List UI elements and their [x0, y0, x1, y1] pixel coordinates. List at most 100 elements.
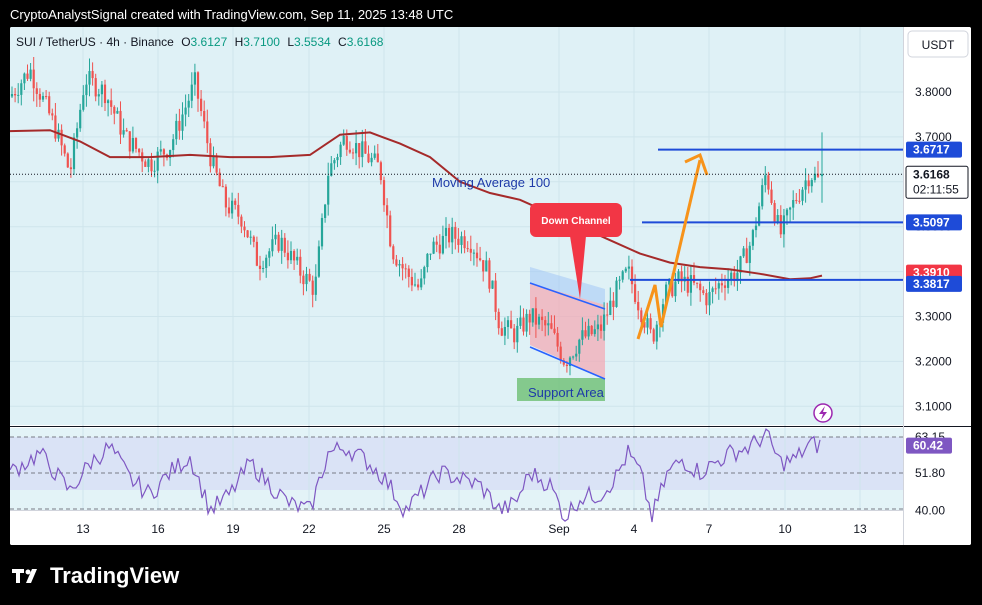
candle-body	[361, 141, 364, 158]
candle-body	[144, 161, 147, 167]
candle-body	[29, 69, 32, 79]
candle-body	[454, 227, 457, 239]
candle-body	[606, 314, 609, 316]
candle-body	[469, 248, 472, 253]
candle-body	[475, 252, 479, 259]
candle-body	[773, 202, 776, 223]
countdown-label: 02:11:55	[913, 182, 959, 196]
candle-body	[45, 96, 48, 98]
candle-body	[795, 200, 798, 202]
candle-body	[779, 215, 782, 235]
candle-body	[227, 207, 231, 214]
candle-body	[249, 236, 252, 238]
lightning-icon[interactable]	[813, 403, 833, 423]
candle-body	[717, 283, 720, 289]
time-tick-label: 16	[151, 522, 165, 536]
candle-body	[311, 280, 314, 295]
chart-frame[interactable]: SUI / TetherUS · 4h · Binance O3.6127 H3…	[10, 27, 971, 545]
candle-body	[94, 78, 97, 97]
candle-body	[584, 330, 587, 337]
candle-body	[66, 153, 69, 168]
candle-body	[801, 189, 804, 201]
candle-body	[193, 72, 196, 85]
candle-body	[138, 148, 141, 153]
candle-body	[348, 149, 351, 153]
brand-name: TradingView	[50, 563, 180, 588]
candle-body	[711, 288, 714, 292]
candle-body	[32, 69, 35, 89]
candle-body	[537, 316, 541, 325]
candle-body	[596, 324, 599, 330]
candle-body	[122, 130, 125, 135]
candle-body	[76, 128, 79, 138]
candle-body	[553, 328, 556, 333]
candle-body	[488, 260, 491, 289]
candle-body	[116, 110, 119, 114]
candle-body	[506, 320, 510, 327]
candle-body	[286, 252, 289, 261]
candle-body	[38, 93, 41, 100]
candle-body	[345, 136, 348, 150]
ma-annotation: Moving Average 100	[432, 175, 550, 190]
candle-body	[730, 272, 733, 280]
candle-body	[792, 200, 795, 208]
candle-body	[510, 320, 513, 329]
candle-body	[776, 215, 779, 223]
candle-body	[810, 180, 813, 187]
candle-body	[429, 253, 432, 255]
candle-body	[500, 328, 503, 336]
candle-body	[785, 209, 789, 216]
candle-body	[237, 204, 240, 217]
level-badge-low-label: 3.3817	[913, 277, 950, 291]
candle-body	[742, 248, 745, 257]
candle-body	[178, 120, 181, 131]
candle	[488, 257, 491, 293]
candle-body	[714, 288, 717, 290]
candle-body	[23, 73, 26, 84]
currency-button[interactable]: USDT	[907, 30, 969, 58]
candle-body	[351, 152, 355, 154]
candle-body	[234, 200, 237, 205]
candle-body	[113, 106, 116, 114]
candle-body	[761, 185, 764, 207]
candle-body	[206, 121, 209, 144]
candle-body	[516, 325, 519, 343]
candle	[246, 229, 249, 239]
candle-body	[181, 114, 184, 131]
candle-body	[720, 283, 723, 286]
symbol-legend[interactable]: SUI / TetherUS · 4h · Binance O3.6127 H3…	[16, 35, 384, 49]
level-badge-top-label: 3.6717	[913, 143, 950, 157]
candle-body	[150, 159, 153, 172]
candle-body	[807, 180, 810, 187]
candle-body	[655, 324, 658, 342]
candle-body	[246, 230, 249, 238]
time-tick-label: 4	[631, 522, 638, 536]
candle-body	[333, 160, 336, 164]
candle-body	[51, 113, 54, 116]
candle-body	[764, 175, 767, 186]
candle-body	[745, 248, 748, 263]
candle-body	[299, 256, 302, 276]
candle-body	[364, 141, 367, 154]
price-tick-label: 3.2000	[915, 354, 952, 368]
candle-body	[60, 129, 63, 146]
candle-body	[252, 236, 255, 242]
candle-body	[674, 281, 677, 297]
level-badge-mid: 3.5097	[906, 214, 962, 231]
level-badge-top: 3.6717	[906, 141, 962, 158]
price-chart[interactable]: SUI / TetherUS · 4h · Binance O3.6127 H3…	[10, 27, 971, 545]
candle-body	[190, 84, 193, 101]
candle-body	[159, 149, 162, 152]
candle-body	[82, 95, 85, 110]
candle-body	[88, 71, 91, 85]
candle-body	[274, 234, 277, 240]
candle-body	[587, 325, 590, 337]
candle-body	[401, 264, 404, 269]
candle-body	[280, 237, 283, 251]
candle-body	[184, 107, 187, 115]
time-tick-label: 22	[302, 522, 316, 536]
candle	[66, 152, 69, 168]
candle-body	[389, 215, 392, 247]
rsi-tick-label: 51.80	[915, 466, 945, 480]
candle-body	[609, 300, 612, 316]
